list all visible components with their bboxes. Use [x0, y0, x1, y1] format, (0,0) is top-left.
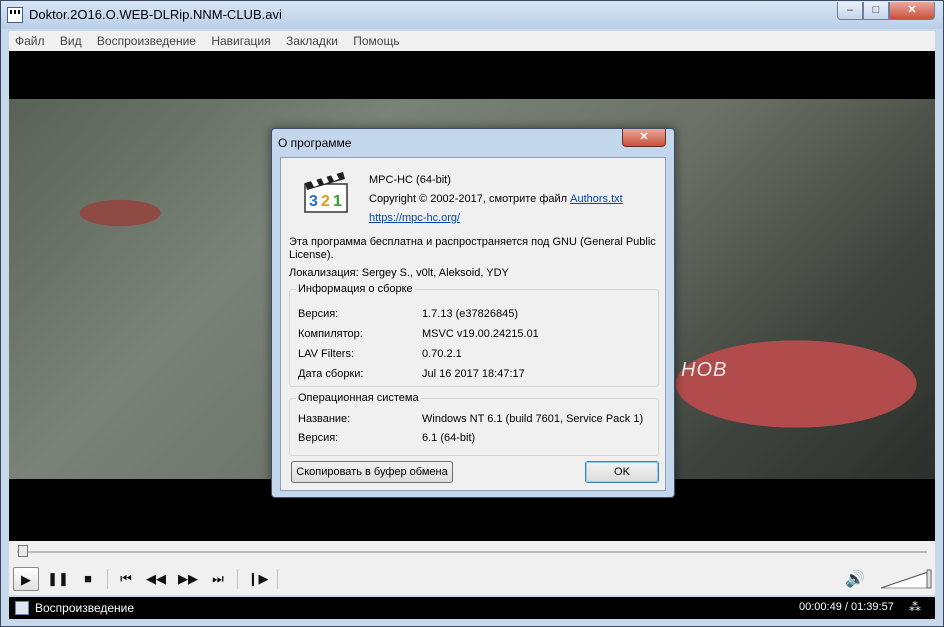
window-title: Doktor.2O16.O.WEB-DLRip.NNM-CLUB.avi	[29, 7, 282, 22]
next-button[interactable]: ⏭	[205, 567, 231, 591]
build-info-group: Информация о сборке Версия: 1.7.13 (e378…	[289, 283, 659, 387]
os-info-group: Операционная система Название: Windows N…	[289, 392, 659, 456]
lav-filters-value: 0.70.2.1	[422, 348, 462, 360]
svg-text:3: 3	[309, 193, 318, 210]
localization-line: Локализация: Sergey S., v0lt, Aleksoid, …	[289, 267, 509, 279]
os-name-value: Windows NT 6.1 (build 7601, Service Pack…	[422, 413, 644, 425]
rewind-button[interactable]: ◀◀	[143, 567, 169, 591]
time-display[interactable]: 00:00:49 / 01:39:57	[799, 601, 894, 613]
status-bar: Воспроизведение 00:00:49 / 01:39:57 ⁂	[9, 597, 935, 619]
mpc-clapper-icon: 3 2 1	[304, 172, 348, 213]
os-name-label: Название:	[298, 413, 351, 425]
play-button[interactable]: ▶	[13, 567, 39, 591]
build-version-label: Версия:	[298, 308, 339, 320]
subtitle-icon[interactable]: ⁂	[909, 600, 921, 614]
authors-link[interactable]: Authors.txt	[570, 193, 623, 205]
frame-step-button[interactable]: ❙▶	[245, 567, 271, 591]
menu-bookmarks[interactable]: Закладки	[280, 31, 344, 51]
menu-view[interactable]: Вид	[54, 31, 88, 51]
status-file-icon	[15, 601, 29, 615]
menu-bar: Файл Вид Воспроизведение Навигация Закла…	[9, 31, 935, 51]
title-bar[interactable]: Doktor.2O16.O.WEB-DLRip.NNM-CLUB.avi – □…	[1, 1, 943, 29]
os-version-value: 6.1 (64-bit)	[422, 432, 476, 444]
separator	[237, 569, 238, 589]
previous-button[interactable]: ⏮	[113, 567, 139, 591]
volume-icon[interactable]: 🔊	[845, 569, 865, 589]
maximize-button[interactable]: □	[863, 2, 889, 20]
website-link[interactable]: https://mpc-hc.org/	[369, 212, 460, 224]
volume-slider[interactable]	[881, 569, 933, 589]
dialog-close-button[interactable]: ✕	[622, 129, 666, 147]
minimize-button[interactable]: –	[837, 2, 863, 20]
dialog-body: 3 2 1 MPC-HC (64-bit) Copyright © 2002-2…	[280, 157, 666, 491]
stop-button[interactable]: ■	[75, 567, 101, 591]
menu-help[interactable]: Помощь	[347, 31, 405, 51]
menu-playback[interactable]: Воспроизведение	[91, 31, 202, 51]
svg-text:1: 1	[333, 193, 342, 210]
dialog-title: О программе	[278, 136, 352, 150]
build-version-value: 1.7.13 (e37826845)	[422, 308, 519, 320]
copyright-text: Copyright © 2002-2017, смотрите файл	[369, 193, 571, 205]
menu-file[interactable]: Файл	[9, 31, 51, 51]
separator	[277, 569, 278, 589]
compiler-value: MSVC v19.00.24215.01	[422, 328, 539, 340]
forward-button[interactable]: ▶▶	[175, 567, 201, 591]
compiler-label: Компилятор:	[298, 328, 363, 340]
close-button[interactable]: ✕	[889, 2, 935, 20]
license-line-2: License).	[289, 249, 334, 261]
pause-button[interactable]: ❚❚	[45, 567, 71, 591]
svg-text:2: 2	[321, 193, 330, 210]
app-icon	[7, 7, 23, 23]
copyright-line: Copyright © 2002-2017, смотрите файл Aut…	[369, 193, 623, 205]
os-info-title: Операционная система	[296, 392, 421, 404]
build-date-label: Дата сборки:	[298, 368, 364, 380]
copy-to-clipboard-button[interactable]: Скопировать в буфер обмена	[291, 461, 453, 483]
menu-navigation[interactable]: Навигация	[205, 31, 276, 51]
os-version-label: Версия:	[298, 432, 339, 444]
playback-status: Воспроизведение	[35, 601, 135, 615]
build-date-value: Jul 16 2017 18:47:17	[422, 368, 525, 380]
seek-track[interactable]	[17, 551, 927, 553]
seek-bar[interactable]	[9, 541, 935, 563]
app-name: MPC-HC (64-bit)	[369, 174, 451, 186]
playback-controls: ▶ ❚❚ ■ ⏮ ◀◀ ▶▶ ⏭ ❙▶ 🔊	[9, 563, 935, 595]
license-line-1: Эта программа бесплатна и распространяет…	[289, 236, 656, 248]
ok-button[interactable]: OK	[585, 461, 659, 483]
about-dialog: О программе ✕ 3 2 1 MPC-HC (64-bit) Copy…	[271, 128, 675, 498]
player-window: Doktor.2O16.O.WEB-DLRip.NNM-CLUB.avi – □…	[0, 0, 944, 627]
seek-thumb[interactable]	[18, 545, 28, 557]
separator	[107, 569, 108, 589]
build-info-title: Информация о сборке	[296, 283, 415, 295]
lav-filters-label: LAV Filters:	[298, 348, 355, 360]
video-overlay-text: НОВ	[681, 359, 728, 381]
